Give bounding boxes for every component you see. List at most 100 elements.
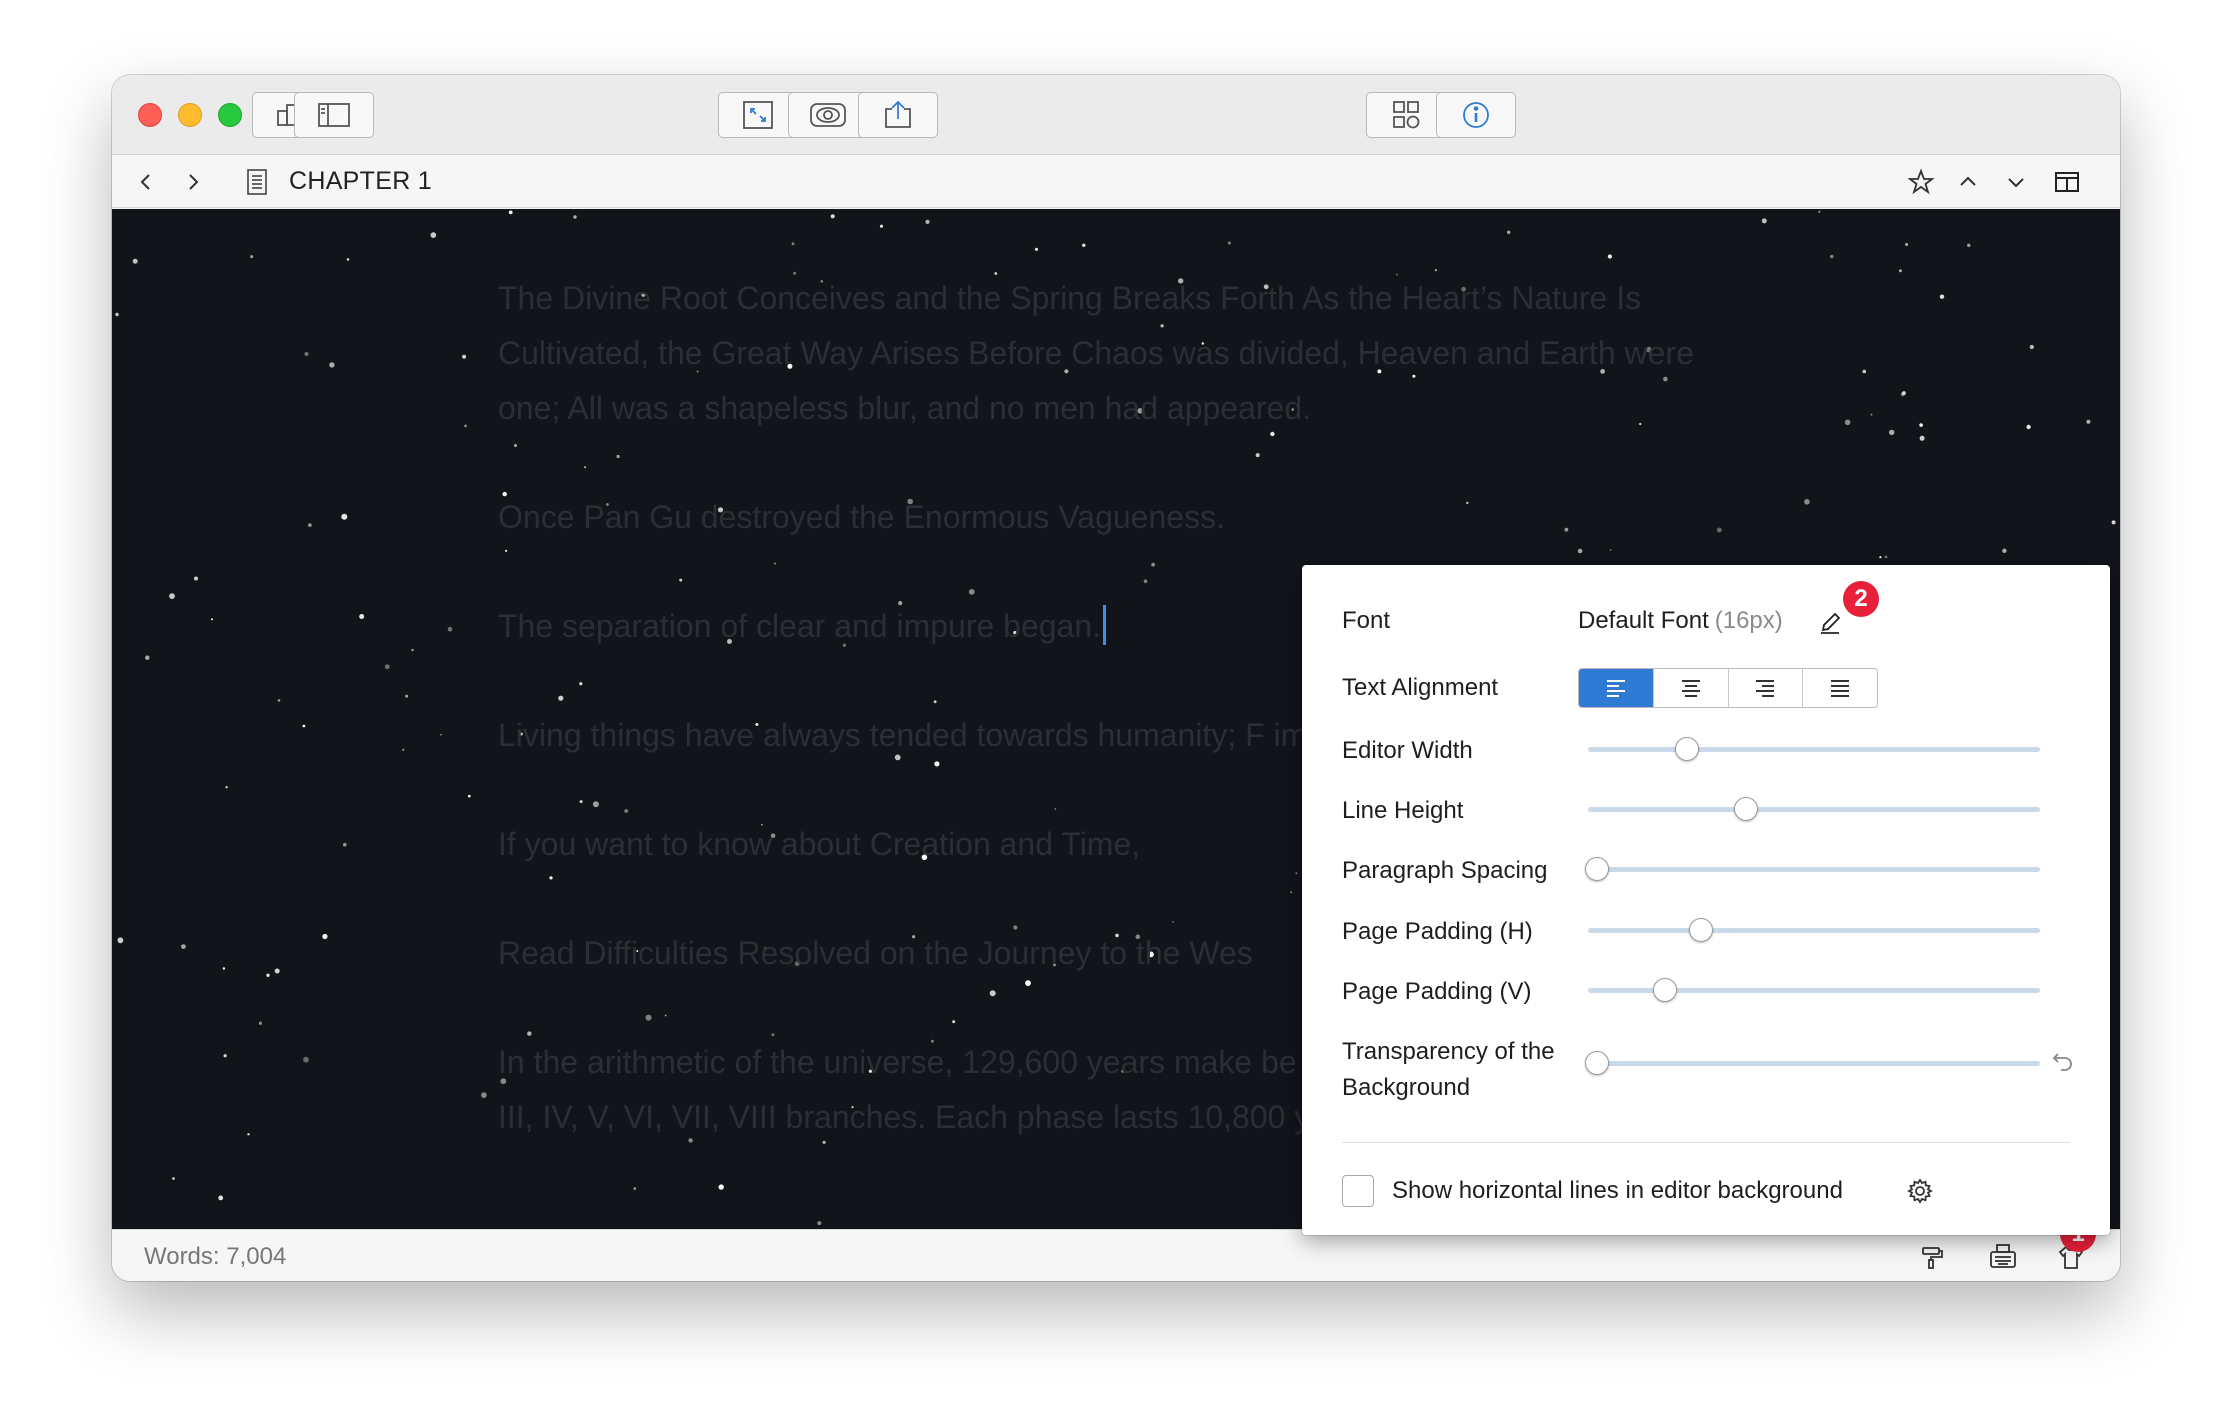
status-bar: Words: 7,004 1: [112, 1216, 2120, 1281]
star: [145, 655, 150, 660]
transparency-label: Transparency of the Background: [1342, 1038, 1555, 1101]
star: [211, 618, 213, 621]
align-left-button[interactable]: [1579, 669, 1654, 707]
split-view-button[interactable]: [2050, 165, 2084, 199]
chevron-down-icon: [2008, 178, 2024, 188]
slider-thumb[interactable]: [1734, 797, 1759, 821]
slider-thumb[interactable]: [1585, 1051, 1610, 1075]
star: [346, 258, 350, 261]
star: [1870, 413, 1873, 416]
reset-transparency-icon[interactable]: [2050, 1049, 2076, 1075]
widgets-icon: [1393, 101, 1420, 129]
slider-thumb[interactable]: [1652, 978, 1677, 1002]
page-padding-h-label: Page Padding (H): [1342, 918, 1533, 945]
gear-icon[interactable]: [1906, 1177, 1934, 1205]
fullscreen-icon: [743, 101, 773, 129]
favorite-button[interactable]: [1904, 165, 1938, 199]
step-badge-2: 2: [1843, 581, 1879, 617]
star: [411, 648, 414, 652]
star: [341, 513, 348, 520]
previous-document-button[interactable]: [1951, 165, 1985, 199]
paragraph-spacing-slider[interactable]: [1585, 855, 2040, 883]
align-justify-button[interactable]: [1803, 669, 1877, 707]
star: [247, 1133, 250, 1136]
info-button[interactable]: [1436, 92, 1516, 138]
star: [468, 794, 471, 798]
slider-thumb[interactable]: [1689, 918, 1713, 942]
align-center-icon: [1681, 680, 1700, 697]
widgets-button[interactable]: [1366, 92, 1446, 138]
fullscreen-button[interactable]: [718, 92, 798, 138]
star: [830, 214, 835, 219]
star: [274, 968, 280, 974]
star: [1879, 556, 1882, 559]
line-height-slider[interactable]: [1588, 795, 2040, 823]
star: [277, 699, 281, 702]
align-right-icon: [1756, 680, 1775, 697]
star: [1227, 241, 1231, 245]
text-alignment-control: [1578, 668, 1878, 708]
star: [322, 933, 328, 940]
star: [440, 733, 442, 736]
star: [302, 724, 306, 728]
star: [1905, 243, 1909, 246]
forward-button[interactable]: [176, 165, 210, 199]
page-padding-v-slider[interactable]: [1588, 976, 2040, 1004]
star: [225, 786, 228, 789]
slider-thumb[interactable]: [1585, 857, 1610, 881]
paragraph-spacing-label: Paragraph Spacing: [1342, 857, 1548, 884]
text-alignment-label: Text Alignment: [1342, 674, 1499, 701]
minimize-window-button[interactable]: [178, 103, 202, 127]
next-document-button[interactable]: [1999, 165, 2033, 199]
page-padding-h-slider[interactable]: [1588, 916, 2040, 944]
paragraph[interactable]: Once Pan Gu destroyed the Enormous Vague…: [498, 490, 1758, 545]
share-button[interactable]: [858, 92, 938, 138]
horizontal-lines-label[interactable]: Show horizontal lines in editor backgrou…: [1392, 1175, 1843, 1207]
star: [1902, 391, 1906, 395]
close-window-button[interactable]: [138, 103, 162, 127]
paragraph[interactable]: The Divine Root Conceives and the Spring…: [498, 271, 1758, 436]
star: [1082, 243, 1086, 247]
preview-button[interactable]: [788, 92, 868, 138]
horizontal-lines-checkbox[interactable]: [1342, 1175, 1374, 1207]
document-title: CHAPTER 1: [289, 167, 433, 195]
slider-thumb[interactable]: [1675, 737, 1700, 761]
document-icon: [247, 169, 267, 195]
star: [879, 224, 884, 228]
format-paint-button[interactable]: [1915, 1240, 1949, 1274]
star: [359, 614, 365, 619]
star: [2029, 344, 2034, 350]
chevron-up-icon: [1960, 176, 1976, 186]
star: [573, 215, 577, 219]
star: [1804, 499, 1810, 505]
sidebar-toggle-button[interactable]: [294, 92, 374, 138]
align-right-button[interactable]: [1728, 669, 1804, 707]
star: [925, 219, 930, 224]
forward-icon: [189, 174, 199, 190]
star: [791, 242, 795, 246]
star: [1919, 423, 1923, 427]
editor-width-slider[interactable]: [1588, 735, 2040, 763]
star: [169, 593, 175, 599]
split-view-icon: [2055, 172, 2079, 192]
transparency-slider[interactable]: [1585, 1049, 2040, 1077]
title-bar: [112, 75, 2120, 155]
typewriter-mode-button[interactable]: [1986, 1240, 2020, 1274]
star: [447, 627, 453, 632]
zoom-window-button[interactable]: [218, 103, 242, 127]
page-padding-v-label: Page Padding (V): [1342, 978, 1532, 1005]
star: [1830, 254, 1834, 259]
navigation-bar: CHAPTER 1: [112, 155, 2120, 208]
edit-font-icon[interactable]: [1816, 609, 1844, 637]
align-center-button[interactable]: [1653, 669, 1729, 707]
text-caret: [1103, 605, 1107, 645]
star: [384, 664, 390, 670]
star: [462, 354, 467, 359]
star: [343, 842, 347, 847]
star: [2111, 520, 2116, 525]
align-justify-icon: [1831, 680, 1850, 697]
share-icon: [885, 100, 911, 128]
star: [817, 1221, 822, 1226]
star: [1862, 369, 1867, 374]
back-button[interactable]: [129, 165, 163, 199]
